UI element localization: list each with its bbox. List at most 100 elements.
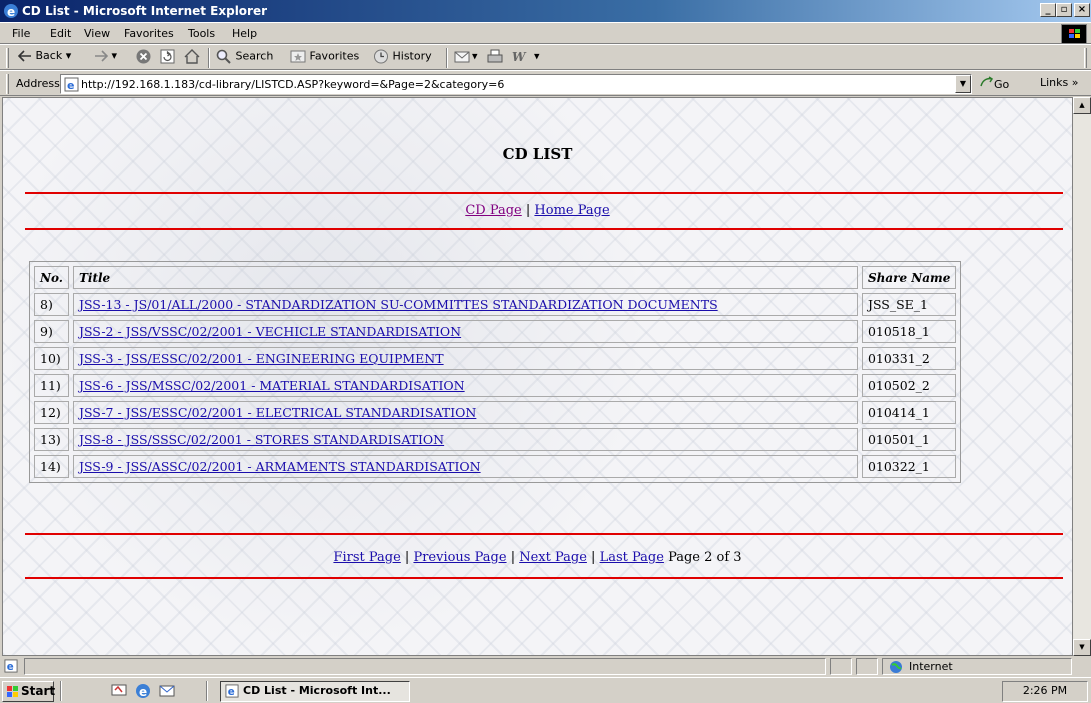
edit-button[interactable]: W ▾ xyxy=(512,49,540,67)
links-button[interactable]: Links » xyxy=(1040,76,1079,89)
page-icon: e xyxy=(64,77,79,92)
title-bar[interactable]: e CD List - Microsoft Internet Explorer … xyxy=(0,0,1091,22)
go-arrow-icon xyxy=(980,76,994,87)
toolbar: Back ▾ ▾ Search Favorites History ▾ W ▾ xyxy=(0,44,1091,70)
row-no: 10) xyxy=(34,347,69,370)
divider xyxy=(25,577,1063,579)
cd-title-link[interactable]: JSS-13 - JS/01/ALL/2000 - STANDARDIZATIO… xyxy=(79,297,718,312)
address-input[interactable]: e http://192.168.1.183/cd-library/LISTCD… xyxy=(60,74,972,94)
home-icon xyxy=(184,49,200,64)
row-share: 010518_1 xyxy=(861,320,957,343)
scroll-down-icon[interactable]: ▼ xyxy=(1073,639,1091,656)
mail-icon xyxy=(454,51,470,63)
row-title-cell: JSS-9 - JSS/ASSC/02/2001 - ARMAMENTS STA… xyxy=(72,455,858,478)
previous-page-link[interactable]: Previous Page xyxy=(413,550,506,565)
divider xyxy=(25,228,1063,230)
outlook-icon[interactable] xyxy=(158,682,176,700)
globe-icon xyxy=(890,661,902,673)
svg-text:e: e xyxy=(228,686,235,698)
header-no: No. xyxy=(34,266,69,289)
menu-file[interactable]: File xyxy=(12,27,30,40)
next-page-link[interactable]: Next Page xyxy=(519,550,587,565)
row-share: 010501_1 xyxy=(861,428,957,451)
row-no: 12) xyxy=(34,401,69,424)
history-icon xyxy=(374,49,388,64)
cd-title-link[interactable]: JSS-3 - JSS/ESSC/02/2001 - ENGINEERING E… xyxy=(79,351,444,366)
row-share: 010414_1 xyxy=(861,401,957,424)
stop-icon xyxy=(136,49,151,64)
row-no: 9) xyxy=(34,320,69,343)
chevron-down-icon[interactable]: ▼ xyxy=(955,75,971,93)
stop-button[interactable] xyxy=(136,49,151,67)
row-share: 010331_2 xyxy=(861,347,957,370)
row-title-cell: JSS-2 - JSS/VSSC/02/2001 - VECHICLE STAN… xyxy=(72,320,858,343)
minimize-icon[interactable]: _ xyxy=(1040,3,1056,17)
last-page-link[interactable]: Last Page xyxy=(600,550,664,565)
table-row: 13) JSS-8 - JSS/SSSC/02/2001 - STORES ST… xyxy=(34,428,957,451)
close-icon[interactable]: × xyxy=(1074,3,1090,17)
divider xyxy=(25,533,1063,535)
mail-button[interactable]: ▾ xyxy=(454,49,478,67)
ie-icon: e xyxy=(4,4,18,19)
page-icon: e xyxy=(4,659,18,673)
print-button[interactable] xyxy=(486,49,504,67)
cd-title-link[interactable]: JSS-2 - JSS/VSSC/02/2001 - VECHICLE STAN… xyxy=(79,324,461,339)
browser-window: e CD List - Microsoft Internet Explorer … xyxy=(0,0,1091,703)
svg-text:e: e xyxy=(7,661,14,673)
menu-help[interactable]: Help xyxy=(232,27,257,40)
menu-view[interactable]: View xyxy=(84,27,110,40)
favorites-button[interactable]: Favorites xyxy=(290,49,359,67)
page-title: CD LIST xyxy=(502,145,573,163)
toolbar-grip[interactable] xyxy=(6,48,9,68)
task-button[interactable]: e CD List - Microsoft Int... xyxy=(220,681,410,702)
forward-button[interactable]: ▾ xyxy=(94,49,117,67)
cd-title-link[interactable]: JSS-9 - JSS/ASSC/02/2001 - ARMAMENTS STA… xyxy=(79,459,481,474)
go-button[interactable]: Go xyxy=(980,76,1009,91)
vertical-scrollbar[interactable]: ▲ ▼ xyxy=(1073,97,1091,656)
menu-favorites[interactable]: Favorites xyxy=(124,27,174,40)
row-no: 11) xyxy=(34,374,69,397)
row-title-cell: JSS-3 - JSS/ESSC/02/2001 - ENGINEERING E… xyxy=(72,347,858,370)
windows-logo-icon xyxy=(1061,24,1087,44)
zone-label: Internet xyxy=(909,660,953,673)
cd-title-link[interactable]: JSS-6 - JSS/MSSC/02/2001 - MATERIAL STAN… xyxy=(79,378,465,393)
history-button[interactable]: History xyxy=(373,49,432,67)
row-share: 010322_1 xyxy=(861,455,957,478)
edit-icon: W xyxy=(512,50,527,64)
address-url: http://192.168.1.183/cd-library/LISTCD.A… xyxy=(81,78,505,91)
start-button[interactable]: Start xyxy=(2,681,55,702)
desktop-icon[interactable] xyxy=(110,682,128,700)
header-title: Title xyxy=(72,266,858,289)
home-page-link[interactable]: Home Page xyxy=(534,203,609,218)
search-button[interactable]: Search xyxy=(216,49,273,67)
cd-title-link[interactable]: JSS-7 - JSS/ESSC/02/2001 - ELECTRICAL ST… xyxy=(79,405,476,420)
cd-title-link[interactable]: JSS-8 - JSS/SSSC/02/2001 - STORES STANDA… xyxy=(79,432,444,447)
divider xyxy=(25,192,1063,194)
table-row: 14) JSS-9 - JSS/ASSC/02/2001 - ARMAMENTS… xyxy=(34,455,957,478)
table-row: 8) JSS-13 - JS/01/ALL/2000 - STANDARDIZA… xyxy=(34,293,957,316)
cd-page-link[interactable]: CD Page xyxy=(465,203,521,218)
favorites-icon xyxy=(290,50,306,63)
page-content: CD LIST CD Page | Home Page No. Title Sh… xyxy=(2,97,1073,656)
table-row: 12) JSS-7 - JSS/ESSC/02/2001 - ELECTRICA… xyxy=(34,401,957,424)
nav-links: CD Page | Home Page xyxy=(465,203,610,218)
print-icon xyxy=(487,49,503,63)
menu-tools[interactable]: Tools xyxy=(188,27,215,40)
forward-arrow-icon xyxy=(95,50,109,62)
first-page-link[interactable]: First Page xyxy=(333,550,400,565)
page-status: Page 2 of 3 xyxy=(668,550,742,565)
window-title: CD List - Microsoft Internet Explorer xyxy=(22,4,268,18)
row-no: 14) xyxy=(34,455,69,478)
maximize-icon[interactable]: ▫ xyxy=(1056,3,1072,17)
address-bar: Address e http://192.168.1.183/cd-librar… xyxy=(0,70,1091,96)
row-share: JSS_SE_1 xyxy=(861,293,957,316)
back-arrow-icon xyxy=(17,50,31,62)
home-button[interactable] xyxy=(184,49,200,67)
menu-edit[interactable]: Edit xyxy=(50,27,71,40)
ie-icon[interactable]: e xyxy=(134,682,152,700)
status-bar: e Internet xyxy=(0,656,1091,676)
scroll-up-icon[interactable]: ▲ xyxy=(1073,97,1091,114)
table-row: 11) JSS-6 - JSS/MSSC/02/2001 - MATERIAL … xyxy=(34,374,957,397)
back-button[interactable]: Back ▾ xyxy=(17,49,71,67)
refresh-button[interactable] xyxy=(160,49,175,67)
